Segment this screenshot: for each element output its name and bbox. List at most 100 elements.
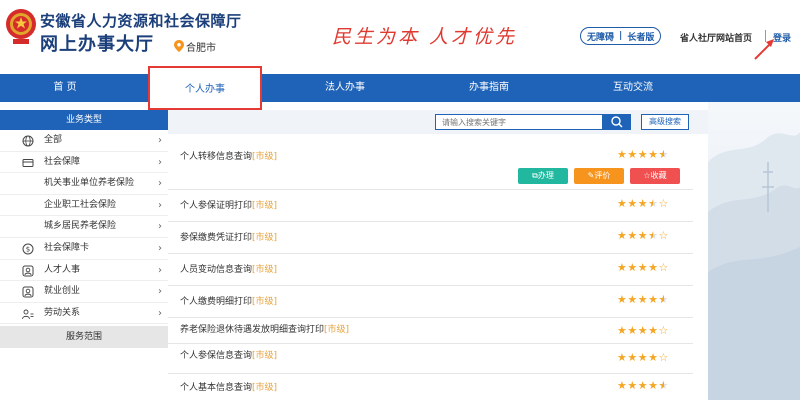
nav-corporate[interactable]: 法人办事 — [280, 74, 410, 102]
service-item: 个人缴费明细打印[市级] ★★★★★★ — [168, 286, 693, 318]
sidebar-item-social-card[interactable]: $ 社会保障卡 › — [0, 238, 168, 260]
sidebar-item-resident-pension[interactable]: 城乡居民养老保险 › — [0, 216, 168, 238]
star-full-icon: ★ — [627, 324, 638, 337]
accessibility-link[interactable]: 无障碍 — [587, 30, 614, 43]
location-pin-icon — [174, 40, 184, 52]
star-full-icon: ★ — [637, 324, 649, 337]
rating-stars: ★★★★★★ — [617, 379, 669, 392]
globe-icon — [22, 135, 34, 147]
chevron-right-icon: › — [158, 199, 162, 211]
search-bar: 高级搜索 — [168, 110, 708, 134]
chevron-right-icon: › — [158, 135, 162, 146]
star-full-icon: ★ — [648, 293, 659, 306]
location-selector[interactable]: 合肥市 — [186, 39, 216, 54]
star-full-icon: ★ — [648, 148, 659, 161]
star-full-icon: ★ — [617, 197, 628, 210]
star-full-icon: ★ — [637, 261, 649, 274]
nav-personal[interactable]: 个人办事 — [148, 66, 262, 110]
rating-stars: ★★★★☆ — [617, 261, 669, 274]
service-list-panel: 高级搜索 个人转移信息查询[市级] ★★★★★★ ⧉办理 ✎评价 ☆收藏 个人参… — [168, 110, 708, 400]
sidebar-item-label: 就业创业 — [44, 286, 81, 297]
chevron-right-icon: › — [158, 264, 162, 276]
service-item: 个人基本信息查询[市级] ★★★★★★ — [168, 374, 693, 400]
service-link[interactable]: 参保缴费凭证打印[市级] — [180, 230, 277, 243]
star-full-icon: ★ — [617, 293, 628, 306]
star-full-icon: ★ — [648, 261, 659, 274]
rating-stars: ★★★★★★ — [617, 148, 669, 161]
home-site-link[interactable]: 省人社厅网站首页 — [680, 31, 752, 44]
sidebar-item-label: 社会保障 — [44, 156, 81, 167]
star-full-icon: ★ — [637, 351, 649, 364]
chevron-right-icon: › — [158, 286, 162, 298]
main-nav: 首 页 个人办事 法人办事 办事指南 互动交流 — [0, 66, 800, 110]
site-title-line2: 网上办事大厅 — [40, 34, 154, 55]
service-link[interactable]: 个人基本信息查询[市级] — [180, 380, 277, 393]
search-icon — [611, 116, 623, 128]
rating-stars: ★★★★☆ — [617, 324, 669, 337]
star-full-icon: ★ — [627, 351, 638, 364]
star-empty-icon: ☆ — [658, 229, 669, 242]
rating-stars: ★★★★★☆ — [617, 197, 669, 210]
star-full-icon: ★ — [637, 229, 649, 242]
sidebar-item-label: 人才人事 — [44, 264, 81, 275]
rating-stars: ★★★★★☆ — [617, 229, 669, 242]
sidebar-header: 业务类型 — [0, 110, 168, 130]
service-link[interactable]: 个人缴费明细打印[市级] — [180, 294, 277, 307]
star-half-icon: ★★ — [648, 229, 659, 242]
star-full-icon: ★ — [637, 293, 649, 306]
sidebar-item-label: 劳动关系 — [44, 307, 81, 318]
star-full-icon: ★ — [627, 197, 638, 210]
star-full-icon: ★ — [627, 293, 638, 306]
chevron-right-icon: › — [158, 242, 162, 254]
star-half-icon: ★★ — [648, 197, 659, 210]
accessibility-switch: 无障碍 | 长者版 — [580, 27, 662, 45]
star-half-icon: ★★ — [658, 148, 669, 161]
service-item: 个人参保信息查询[市级] ★★★★☆ — [168, 344, 693, 374]
service-link[interactable]: 养老保险退休待遇发放明细查询打印[市级] — [180, 322, 349, 335]
service-link[interactable]: 个人转移信息查询[市级] — [180, 149, 277, 162]
sidebar-footer-service-scope[interactable]: 服务范围 — [0, 326, 168, 349]
star-outline-icon: ☆ — [643, 171, 651, 180]
chevron-right-icon: › — [158, 307, 162, 319]
sidebar-item-employment[interactable]: 就业创业 › — [0, 281, 168, 303]
people-icon — [22, 309, 34, 319]
elder-mode-link[interactable]: 长者版 — [627, 30, 654, 43]
search-button[interactable] — [603, 114, 631, 130]
star-empty-icon: ☆ — [658, 351, 669, 364]
search-input[interactable] — [435, 114, 603, 130]
chevron-right-icon: › — [158, 156, 162, 168]
star-full-icon: ★ — [637, 148, 649, 161]
decorative-landscape — [708, 102, 800, 400]
nav-guide[interactable]: 办事指南 — [424, 74, 554, 102]
service-link[interactable]: 个人参保证明打印[市级] — [180, 198, 277, 211]
handle-button[interactable]: ⧉办理 — [518, 168, 568, 184]
sidebar-item-label: 机关事业单位养老保险 — [44, 178, 135, 189]
favorite-button[interactable]: ☆收藏 — [630, 168, 680, 184]
rating-stars: ★★★★☆ — [617, 351, 669, 364]
red-arrow-icon — [754, 39, 774, 60]
star-full-icon: ★ — [617, 229, 628, 242]
star-full-icon: ★ — [617, 148, 628, 161]
star-half-icon: ★★ — [658, 379, 669, 392]
sidebar-item-social-security[interactable]: 社会保障 › — [0, 152, 168, 174]
national-emblem-icon — [6, 9, 36, 44]
sidebar-item-labor[interactable]: 劳动关系 › — [0, 303, 168, 325]
star-full-icon: ★ — [648, 324, 659, 337]
star-full-icon: ★ — [617, 379, 628, 392]
chevron-right-icon: › — [158, 178, 162, 190]
divider: | — [619, 31, 623, 41]
nav-home[interactable]: 首 页 — [0, 74, 130, 102]
sidebar-item-institution-pension[interactable]: 机关事业单位养老保险 › — [0, 173, 168, 195]
nav-interaction[interactable]: 互动交流 — [568, 74, 698, 102]
sidebar-item-all[interactable]: 全部 › — [0, 130, 168, 152]
sidebar-item-enterprise-insurance[interactable]: 企业职工社会保险 › — [0, 195, 168, 217]
star-full-icon: ★ — [627, 379, 638, 392]
sidebar-item-label: 企业职工社会保险 — [44, 199, 117, 210]
service-link[interactable]: 个人参保信息查询[市级] — [180, 348, 277, 361]
sidebar-item-talent[interactable]: 人才人事 › — [0, 260, 168, 282]
service-item: 个人参保证明打印[市级] ★★★★★☆ — [168, 190, 693, 222]
advanced-search-button[interactable]: 高级搜索 — [641, 114, 689, 130]
evaluate-button[interactable]: ✎评价 — [574, 168, 624, 184]
star-full-icon: ★ — [648, 351, 659, 364]
service-link[interactable]: 人员变动信息查询[市级] — [180, 262, 277, 275]
